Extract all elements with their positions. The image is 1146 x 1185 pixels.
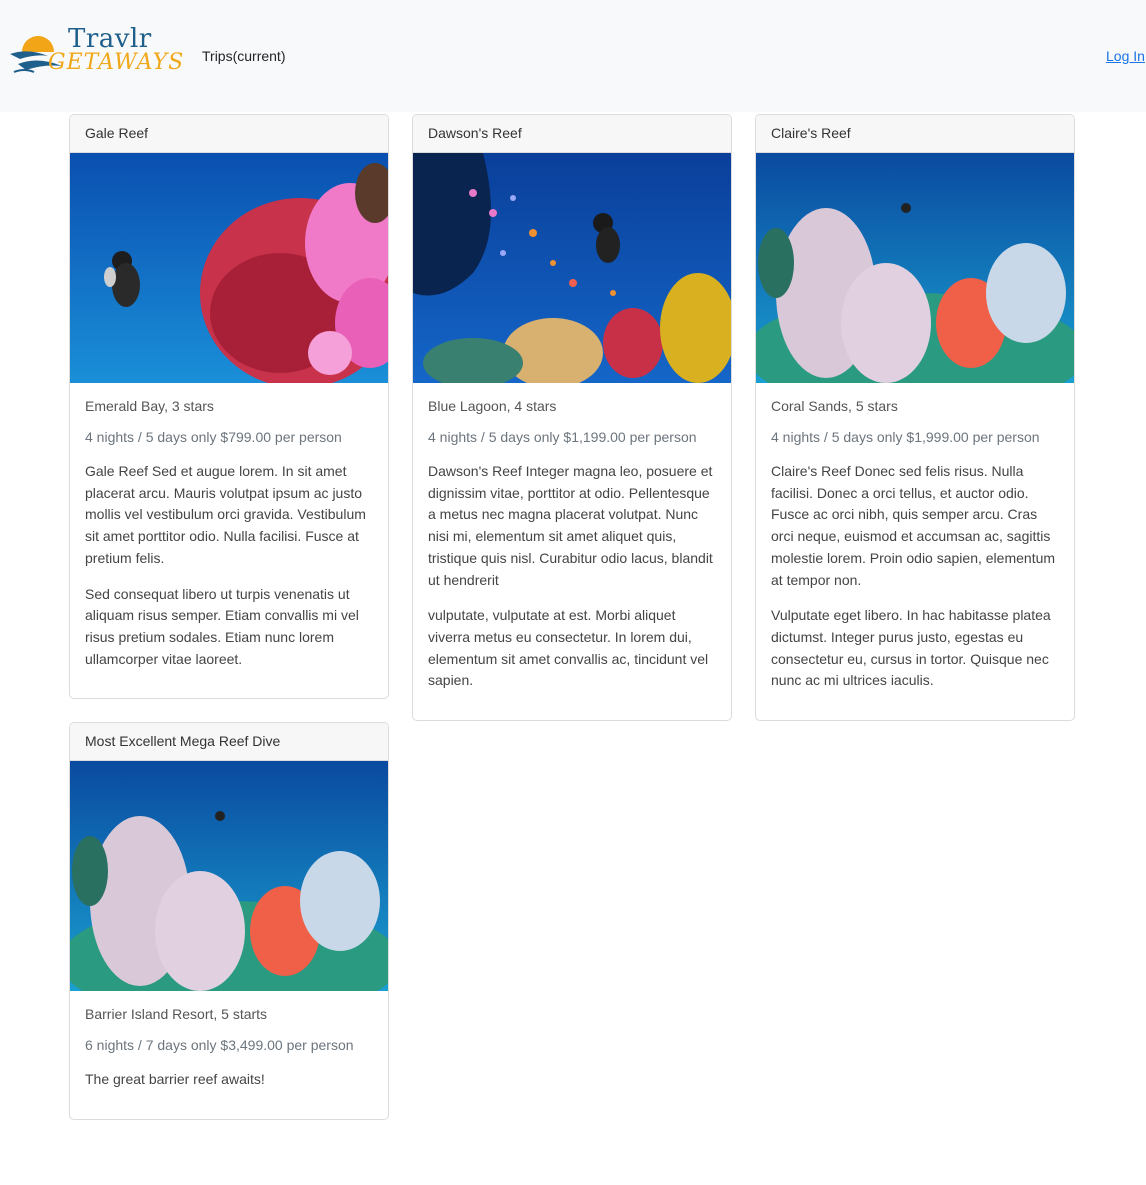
trip-image <box>70 761 388 991</box>
trip-description: Dawson's Reef Integer magna leo, posuere… <box>428 463 713 588</box>
navbar: Travlr GETAWAYS Trips(current) Log In <box>0 0 1146 112</box>
brand-tagline: GETAWAYS <box>48 50 185 75</box>
trip-price: 4 nights / 5 days only $1,999.00 per per… <box>771 429 1040 445</box>
trip-name: Most Excellent Mega Reef Dive <box>70 723 388 761</box>
trip-description: Claire's Reef Donec sed felis risus. Nul… <box>771 463 1056 588</box>
trip-resort: Blue Lagoon, 4 stars <box>428 398 557 414</box>
trip-description: Gale Reef Sed et augue lorem. In sit ame… <box>85 463 366 566</box>
trip-price: 4 nights / 5 days only $1,199.00 per per… <box>428 429 697 445</box>
trip-description: Sed consequat libero ut turpis venenatis… <box>85 585 359 667</box>
trip-name: Dawson's Reef <box>413 115 731 153</box>
trip-image <box>756 153 1074 383</box>
trip-card: Most Excellent Mega Reef Dive Barrier Is… <box>69 722 389 1120</box>
trip-resort: Barrier Island Resort, 5 starts <box>85 1006 268 1022</box>
trip-card: Dawson's Reef Blue Lagoon, 4 stars 4 nig… <box>412 114 732 721</box>
login-link[interactable]: Log In <box>1106 48 1145 64</box>
trip-name: Gale Reef <box>70 115 388 153</box>
trip-price: 6 nights / 7 days only $3,499.00 per per… <box>85 1037 354 1053</box>
trip-resort: Emerald Bay, 3 stars <box>85 398 214 414</box>
trip-card: Gale Reef Emerald Bay, 3 stars 4 nights … <box>69 114 389 699</box>
trip-description: Vulputate eget libero. In hac habitasse … <box>771 607 1051 689</box>
brand-logo[interactable]: Travlr GETAWAYS <box>8 24 183 84</box>
trip-description: vulputate, vulputate at est. Morbi aliqu… <box>428 607 709 689</box>
nav-trips-link[interactable]: Trips(current) <box>202 48 286 64</box>
trip-resort: Coral Sands, 5 stars <box>771 398 898 414</box>
trip-name: Claire's Reef <box>756 115 1074 153</box>
trip-image <box>70 153 388 383</box>
trip-card: Claire's Reef Coral Sands, 5 stars 4 nig… <box>755 114 1075 721</box>
trip-image <box>413 153 731 383</box>
trip-price: 4 nights / 5 days only $799.00 per perso… <box>85 429 342 445</box>
trip-description: The great barrier reef awaits! <box>85 1071 265 1087</box>
